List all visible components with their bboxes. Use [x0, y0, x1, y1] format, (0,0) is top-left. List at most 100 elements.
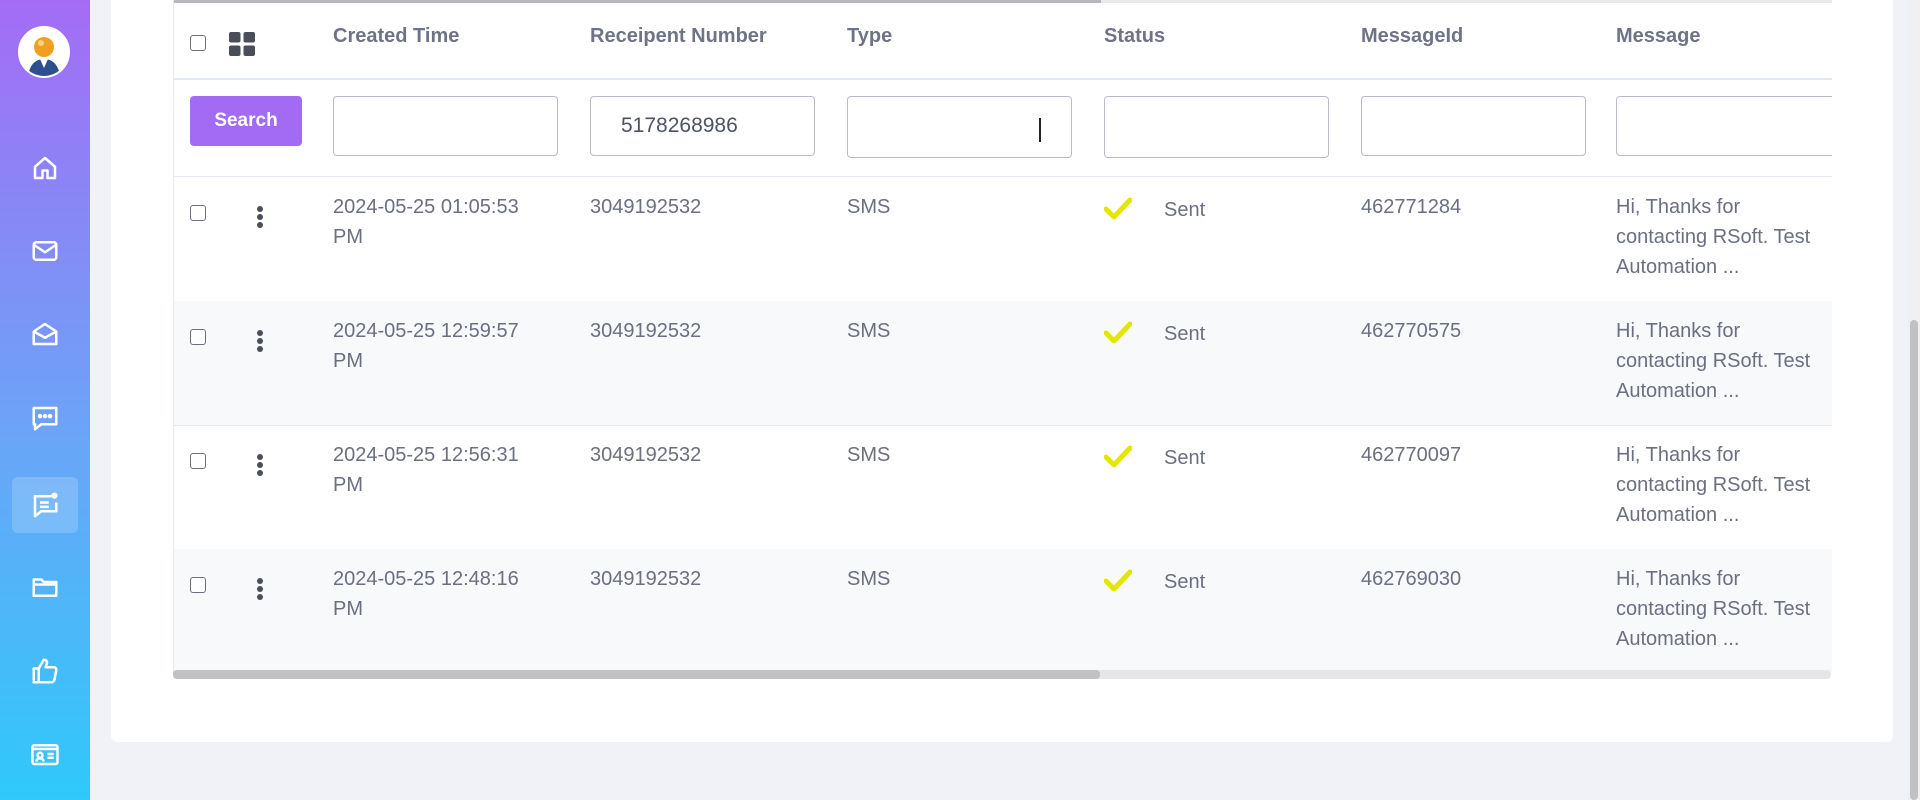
created-time-cell: 2024-05-25 12:48:16 PM	[333, 564, 519, 624]
message-id-filter[interactable]	[1361, 96, 1586, 156]
column-header-recipient-number[interactable]: Receipent Number	[590, 25, 767, 48]
status-filter[interactable]	[1104, 96, 1329, 158]
message-filter[interactable]	[1616, 96, 1832, 156]
message-id-cell: 462771284	[1361, 196, 1462, 218]
created-time-meridiem: PM	[333, 350, 363, 372]
sidebar-item-mail[interactable]	[12, 223, 78, 279]
created-time-cell: 2024-05-25 12:59:57 PM	[333, 316, 519, 376]
column-header-type[interactable]: Type	[847, 25, 892, 48]
recipient-number-cell: 3049192532	[590, 320, 702, 342]
grid-view-icon[interactable]	[229, 32, 255, 56]
message-line: Hi, Thanks for	[1616, 568, 1741, 590]
column-header-status[interactable]: Status	[1104, 25, 1165, 48]
folder-icon	[32, 578, 58, 597]
vertical-scrollbar[interactable]	[1908, 0, 1920, 800]
sidebar-item-home[interactable]	[12, 140, 78, 196]
search-button[interactable]: Search	[190, 96, 302, 146]
checkmark-icon	[1104, 445, 1132, 468]
message-line: Hi, Thanks for	[1616, 444, 1741, 466]
message-line: Automation ...	[1616, 628, 1740, 650]
created-time-line: 2024-05-25 12:56:31	[333, 444, 519, 466]
row-checkbox[interactable]	[190, 205, 206, 221]
table-header: Created Time Receipent Number Type Statu…	[174, 3, 1832, 80]
recipient-number-filter[interactable]	[590, 96, 815, 156]
message-id-cell: 462769030	[1361, 568, 1462, 590]
message-line: contacting RSoft. Test	[1616, 598, 1811, 620]
status-cell: Sent	[1164, 199, 1206, 221]
sidebar-item-mail-open[interactable]	[12, 306, 78, 362]
vertical-scrollbar-thumb[interactable]	[1910, 320, 1918, 800]
horizontal-scrollbar[interactable]	[173, 670, 1831, 679]
message-id-cell: 462770575	[1361, 320, 1462, 342]
sidebar-item-likes[interactable]	[12, 643, 78, 699]
message-cell: Hi, Thanks for contacting RSoft. Test Auto…	[1616, 564, 1810, 654]
chat-icon	[32, 406, 58, 431]
open-mail-icon	[32, 322, 58, 346]
user-avatar-icon[interactable]	[18, 26, 70, 78]
more-options-icon[interactable]	[256, 453, 264, 477]
message-id-cell: 462770097	[1361, 444, 1462, 466]
message-cell: Hi, Thanks for contacting RSoft. Test Auto…	[1616, 440, 1810, 530]
table-row[interactable]: 2024-05-25 12:56:31 PM 3049192532 SMS Sen…	[174, 425, 1832, 550]
table-row[interactable]: 2024-05-25 12:59:57 PM 3049192532 SMS Sen…	[174, 301, 1832, 426]
contact-card-icon	[31, 744, 59, 766]
row-checkbox[interactable]	[190, 577, 206, 593]
type-cell: SMS	[847, 320, 891, 342]
home-icon	[33, 156, 57, 180]
sms-log-table: Created Time Receipent Number Type Statu…	[173, 0, 1832, 672]
checkmark-icon	[1104, 197, 1132, 220]
table-row[interactable]: 2024-05-25 12:48:16 PM 3049192532 SMS Sen…	[174, 549, 1832, 672]
message-line: Hi, Thanks for	[1616, 196, 1741, 218]
recipient-number-cell: 3049192532	[590, 196, 702, 218]
created-time-cell: 2024-05-25 12:56:31 PM	[333, 440, 519, 500]
type-cell: SMS	[847, 444, 891, 466]
text-cursor	[1039, 118, 1041, 142]
recipient-number-cell: 3049192532	[590, 568, 702, 590]
sidebar-item-chat[interactable]	[12, 390, 78, 446]
more-options-icon[interactable]	[256, 577, 264, 601]
message-line: contacting RSoft. Test	[1616, 350, 1811, 372]
column-header-message-id[interactable]: MessageId	[1361, 25, 1463, 48]
sidebar	[0, 0, 90, 800]
type-cell: SMS	[847, 196, 891, 218]
sidebar-item-contacts[interactable]	[12, 726, 78, 782]
created-time-meridiem: PM	[333, 598, 363, 620]
status-cell: Sent	[1164, 323, 1206, 345]
column-header-message[interactable]: Message	[1616, 25, 1701, 48]
sidebar-item-sms-logs[interactable]	[12, 477, 78, 533]
message-line: contacting RSoft. Test	[1616, 474, 1811, 496]
more-options-icon[interactable]	[256, 205, 264, 229]
created-time-cell: 2024-05-25 01:05:53 PM	[333, 192, 519, 252]
mail-icon	[32, 241, 58, 261]
horizontal-scrollbar-thumb[interactable]	[173, 670, 1100, 679]
message-line: contacting RSoft. Test	[1616, 226, 1811, 248]
thumbs-up-icon	[32, 658, 58, 684]
checkmark-icon	[1104, 569, 1132, 592]
message-line: Automation ...	[1616, 504, 1740, 526]
type-cell: SMS	[847, 568, 891, 590]
message-cell: Hi, Thanks for contacting RSoft. Test Auto…	[1616, 316, 1810, 406]
column-header-created-time[interactable]: Created Time	[333, 25, 459, 48]
row-checkbox[interactable]	[190, 453, 206, 469]
created-time-line: 2024-05-25 12:48:16	[333, 568, 519, 590]
recipient-number-cell: 3049192532	[590, 444, 702, 466]
status-cell: Sent	[1164, 447, 1206, 469]
created-time-line: 2024-05-25 12:59:57	[333, 320, 519, 342]
more-options-icon[interactable]	[256, 329, 264, 353]
message-cell: Hi, Thanks for contacting RSoft. Test Auto…	[1616, 192, 1810, 282]
created-time-filter[interactable]	[333, 96, 558, 156]
created-time-line: 2024-05-25 01:05:53	[333, 196, 519, 218]
row-checkbox[interactable]	[190, 329, 206, 345]
message-line: Automation ...	[1616, 380, 1740, 402]
message-notification-icon	[33, 492, 58, 518]
message-line: Automation ...	[1616, 256, 1740, 278]
created-time-meridiem: PM	[333, 474, 363, 496]
select-all-checkbox[interactable]	[190, 35, 206, 51]
checkmark-icon	[1104, 321, 1132, 344]
sidebar-item-files[interactable]	[12, 559, 78, 615]
filter-row: Search	[174, 79, 1832, 177]
message-line: Hi, Thanks for	[1616, 320, 1741, 342]
status-cell: Sent	[1164, 571, 1206, 593]
created-time-meridiem: PM	[333, 226, 363, 248]
table-row[interactable]: 2024-05-25 01:05:53 PM 3049192532 SMS Sen…	[174, 177, 1832, 302]
